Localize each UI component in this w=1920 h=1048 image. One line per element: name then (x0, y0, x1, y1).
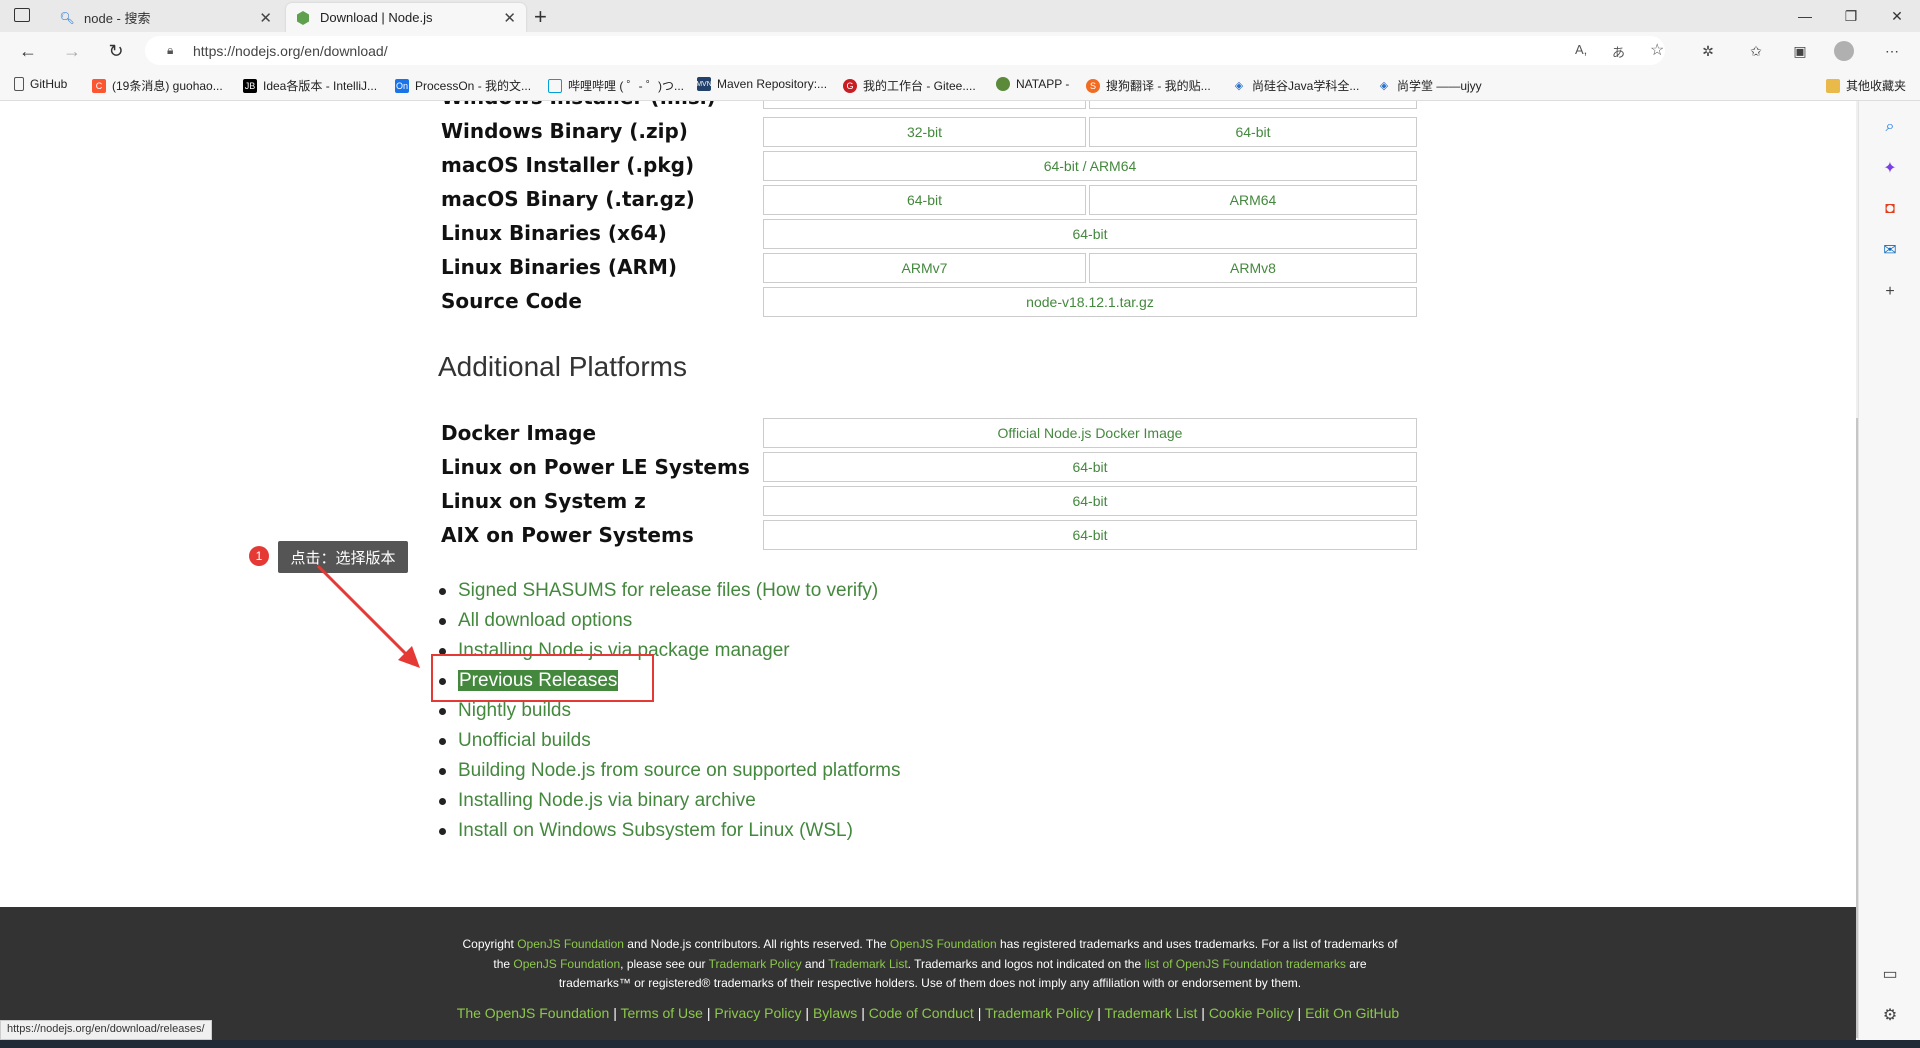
annotation-arrow (316, 564, 420, 668)
annotation-highlight-box (431, 654, 654, 702)
taskbar (0, 1040, 1920, 1048)
status-url: https://nodejs.org/en/download/releases/ (0, 1020, 212, 1040)
